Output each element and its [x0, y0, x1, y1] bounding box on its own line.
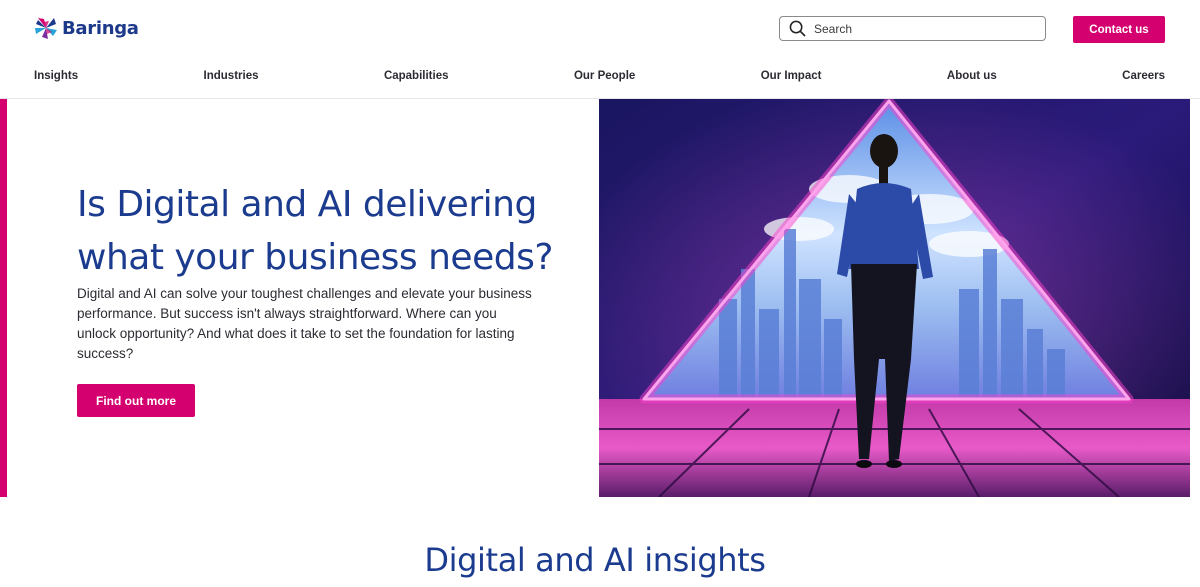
- search-icon: [789, 20, 806, 37]
- nav-item-industries[interactable]: Industries: [204, 70, 259, 82]
- nav-item-about-us[interactable]: About us: [947, 70, 997, 82]
- nav-item-careers[interactable]: Careers: [1122, 70, 1165, 82]
- search-box[interactable]: [779, 16, 1046, 41]
- baringa-logo-icon: [35, 18, 57, 39]
- contact-us-button[interactable]: Contact us: [1073, 16, 1165, 43]
- hero-title: Is Digital and AI delivering what your b…: [77, 184, 553, 278]
- logo-wordmark: Baringa: [62, 17, 139, 39]
- nav-item-our-impact[interactable]: Our Impact: [761, 70, 822, 82]
- search-input[interactable]: [814, 21, 1014, 36]
- baringa-logo[interactable]: Baringa: [34, 14, 139, 42]
- site-header: Baringa Contact us Insights Industries C…: [0, 0, 1200, 99]
- section-title: Digital and AI insights: [424, 541, 766, 579]
- main-nav: Insights Industries Capabilities Our Peo…: [34, 70, 1165, 82]
- hero-description: Digital and AI can solve your toughest c…: [77, 286, 532, 361]
- nav-item-capabilities[interactable]: Capabilities: [384, 70, 449, 82]
- hero-accent-bar: [0, 99, 7, 497]
- nav-item-our-people[interactable]: Our People: [574, 70, 635, 82]
- find-out-more-button[interactable]: Find out more: [77, 384, 195, 417]
- hero-image: [599, 99, 1190, 497]
- nav-item-insights[interactable]: Insights: [34, 70, 78, 82]
- hero-illustration: [599, 99, 1190, 497]
